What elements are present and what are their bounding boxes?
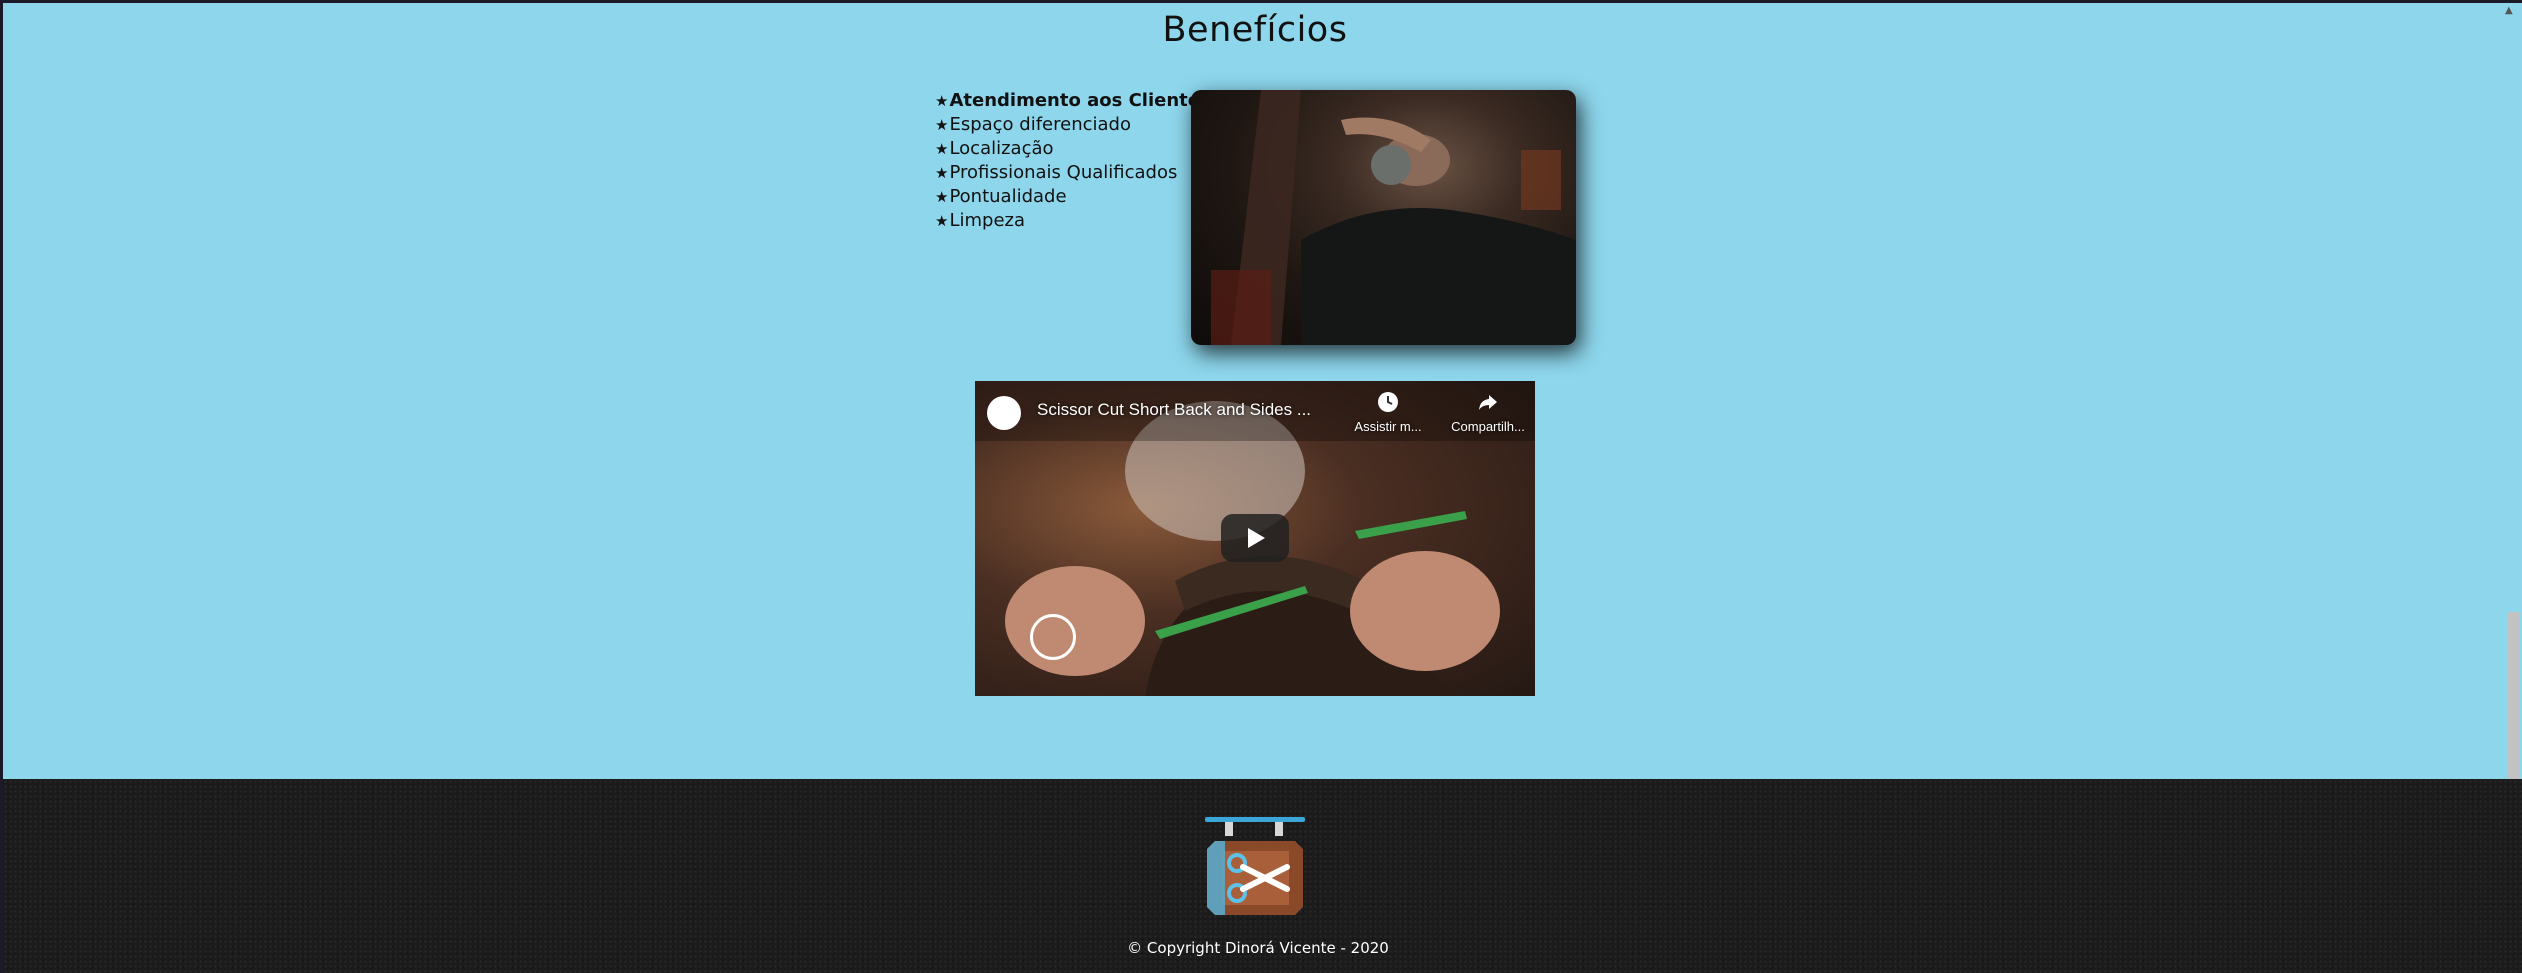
barbershop-sign-icon — [1205, 817, 1305, 915]
star-icon: ★ — [935, 164, 949, 182]
share-button[interactable]: Compartilh... — [1443, 391, 1533, 434]
list-item: ★Limpeza — [935, 209, 1211, 233]
video-player[interactable]: Scissor Cut Short Back and Sides ... Ass… — [975, 381, 1535, 696]
video-title[interactable]: Scissor Cut Short Back and Sides ... — [1037, 400, 1311, 420]
benefit-label: Espaço diferenciado — [949, 114, 1131, 135]
watch-later-button[interactable]: Assistir m... — [1343, 391, 1433, 434]
star-icon: ★ — [935, 212, 949, 230]
scroll-up-icon[interactable]: ▲ — [2505, 5, 2513, 16]
share-icon — [1479, 395, 1497, 410]
benefit-label: Localização — [949, 138, 1054, 159]
star-icon: ★ — [935, 92, 949, 110]
star-icon: ★ — [935, 188, 949, 206]
play-icon — [1248, 528, 1265, 548]
photo-scene — [1211, 90, 1576, 345]
channel-logo-icon[interactable] — [987, 396, 1021, 430]
barbershop-photo — [1191, 90, 1576, 345]
list-item: ★Espaço diferenciado — [935, 113, 1211, 137]
star-icon: ★ — [935, 140, 949, 158]
list-item: ★Profissionais Qualificados — [935, 161, 1211, 185]
list-item: ★Pontualidade — [935, 185, 1211, 209]
benefit-label: Pontualidade — [949, 186, 1067, 207]
star-icon: ★ — [935, 116, 949, 134]
benefit-label: Profissionais Qualificados — [949, 162, 1178, 183]
section-title: Benefícios — [1162, 10, 1348, 50]
list-item: ★Atendimento aos Clientes — [935, 89, 1211, 113]
benefit-label: Atendimento aos Clientes — [949, 90, 1211, 111]
benefits-list: ★Atendimento aos Clientes ★Espaço difere… — [935, 89, 1211, 233]
play-button[interactable] — [1221, 514, 1289, 562]
benefit-label: Limpeza — [949, 210, 1025, 231]
list-item: ★Localização — [935, 137, 1211, 161]
footer: © Copyright Dinorá Vicente - 2020 — [3, 779, 2522, 973]
watch-later-label: Assistir m... — [1354, 419, 1422, 434]
clock-icon — [1378, 392, 1398, 412]
channel-watermark-icon[interactable] — [1030, 614, 1076, 660]
share-label: Compartilh... — [1451, 419, 1525, 434]
copyright-text: © Copyright Dinorá Vicente - 2020 — [1127, 939, 1389, 957]
